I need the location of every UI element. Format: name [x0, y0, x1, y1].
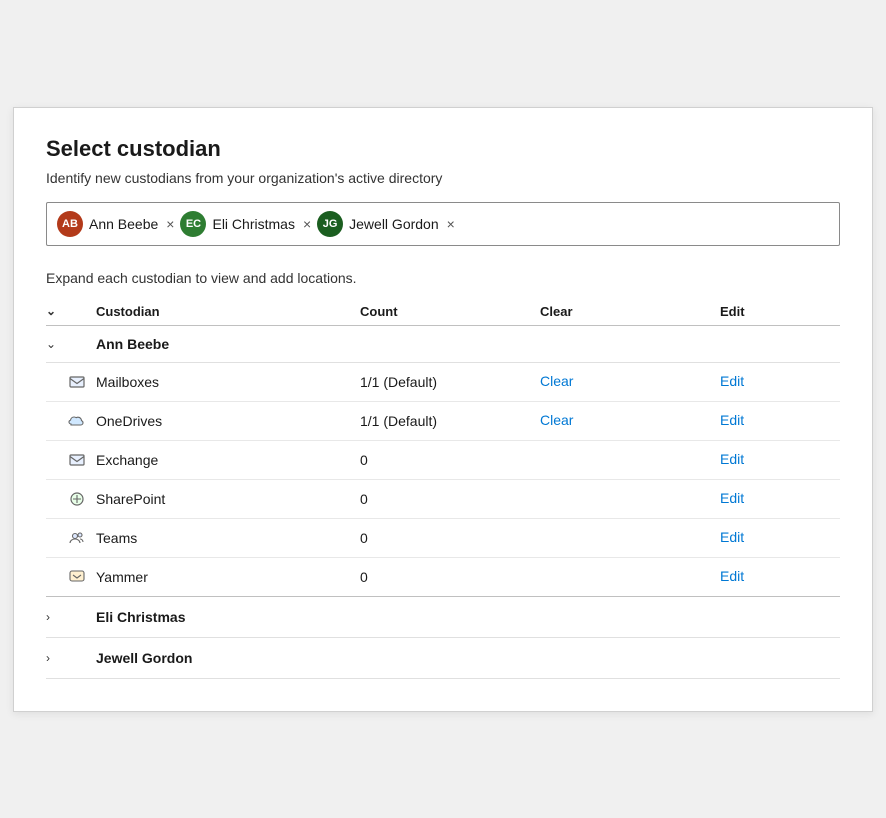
location-icon-sharepoint — [46, 490, 96, 508]
location-edit-mailboxes[interactable]: Edit — [720, 373, 840, 391]
location-edit-sharepoint[interactable]: Edit — [720, 490, 840, 508]
location-row-onedrives: OneDrives1/1 (Default)Clear Edit — [46, 402, 840, 441]
edit-link-mailboxes[interactable]: Edit — [720, 373, 744, 389]
header-clear: Clear — [540, 304, 720, 319]
location-count-onedrives: 1/1 (Default) — [360, 413, 540, 429]
edit-link-onedrives[interactable]: Edit — [720, 412, 744, 428]
location-name-exchange: Exchange — [96, 452, 360, 468]
custodian-row-ann-beebe: ⌄Ann Beebe — [46, 326, 840, 363]
collapsed-name-eli-christmas: Eli Christmas — [96, 609, 840, 625]
location-count-teams: 0 — [360, 530, 540, 546]
header-chevron-col: ⌄ — [46, 304, 96, 318]
location-name-sharepoint: SharePoint — [96, 491, 360, 507]
chevron-ann-beebe[interactable]: ⌄ — [46, 337, 96, 351]
location-count-sharepoint: 0 — [360, 491, 540, 507]
location-count-exchange: 0 — [360, 452, 540, 468]
location-name-teams: Teams — [96, 530, 360, 546]
tag-close-ec[interactable]: × — [303, 217, 311, 231]
location-clear-onedrives[interactable]: Clear — [540, 412, 720, 430]
edit-link-yammer[interactable]: Edit — [720, 568, 744, 584]
location-edit-onedrives[interactable]: Edit — [720, 412, 840, 430]
table-header: ⌄ Custodian Count Clear Edit — [46, 298, 840, 326]
location-icon-yammer — [46, 568, 96, 586]
collapsed-chevron-eli-christmas[interactable]: › — [46, 610, 96, 624]
custodian-search-box[interactable]: AB Ann Beebe × EC Eli Christmas × JG Jewell Gor… — [46, 202, 840, 246]
page-subtitle: Identify new custodians from your organi… — [46, 170, 840, 186]
location-row-exchange: Exchange0 Edit — [46, 441, 840, 480]
clear-link-onedrives[interactable]: Clear — [540, 412, 573, 428]
location-edit-yammer[interactable]: Edit — [720, 568, 840, 586]
tag-close-jg[interactable]: × — [447, 217, 455, 231]
location-name-mailboxes: Mailboxes — [96, 374, 360, 390]
avatar-ec: EC — [180, 211, 206, 237]
edit-link-sharepoint[interactable]: Edit — [720, 490, 744, 506]
expand-label: Expand each custodian to view and add lo… — [46, 270, 840, 286]
location-icon-onedrives — [46, 412, 96, 430]
tag-name-ab: Ann Beebe — [89, 216, 158, 232]
location-name-onedrives: OneDrives — [96, 413, 360, 429]
tag-name-ec: Eli Christmas — [212, 216, 294, 232]
location-clear-mailboxes[interactable]: Clear — [540, 373, 720, 391]
location-row-sharepoint: SharePoint0 Edit — [46, 480, 840, 519]
location-name-yammer: Yammer — [96, 569, 360, 585]
location-edit-teams[interactable]: Edit — [720, 529, 840, 547]
location-icon-teams — [46, 529, 96, 547]
custodian-section-ann-beebe: ⌄Ann BeebeMailboxes1/1 (Default)ClearEdi… — [46, 326, 840, 597]
location-count-mailboxes: 1/1 (Default) — [360, 374, 540, 390]
edit-link-exchange[interactable]: Edit — [720, 451, 744, 467]
location-row-mailboxes: Mailboxes1/1 (Default)Clear Edit — [46, 363, 840, 402]
collapse-all-icon[interactable]: ⌄ — [46, 304, 56, 318]
tag-name-jg: Jewell Gordon — [349, 216, 439, 232]
location-count-yammer: 0 — [360, 569, 540, 585]
tag-close-ab[interactable]: × — [166, 217, 174, 231]
location-icon-mailboxes — [46, 373, 96, 391]
header-edit: Edit — [720, 304, 840, 319]
collapsed-name-jewell-gordon: Jewell Gordon — [96, 650, 840, 666]
edit-link-teams[interactable]: Edit — [720, 529, 744, 545]
header-custodian: Custodian — [96, 304, 360, 319]
tag-ec: EC Eli Christmas × — [180, 211, 311, 237]
select-custodian-panel: Select custodian Identify new custodians… — [13, 107, 873, 712]
tag-jg: JG Jewell Gordon × — [317, 211, 455, 237]
collapsed-row-eli-christmas[interactable]: ›Eli Christmas — [46, 597, 840, 638]
page-title: Select custodian — [46, 136, 840, 162]
location-row-teams: Teams0 Edit — [46, 519, 840, 558]
tag-ab: AB Ann Beebe × — [57, 211, 174, 237]
custodians-list: ⌄Ann BeebeMailboxes1/1 (Default)ClearEdi… — [46, 326, 840, 679]
location-icon-exchange — [46, 451, 96, 469]
collapsed-row-jewell-gordon[interactable]: ›Jewell Gordon — [46, 638, 840, 679]
header-count: Count — [360, 304, 540, 319]
avatar-jg: JG — [317, 211, 343, 237]
location-row-yammer: Yammer0 Edit — [46, 558, 840, 597]
custodian-name-ann-beebe: Ann Beebe — [96, 336, 360, 352]
collapsed-chevron-jewell-gordon[interactable]: › — [46, 651, 96, 665]
avatar-ab: AB — [57, 211, 83, 237]
clear-link-mailboxes[interactable]: Clear — [540, 373, 573, 389]
location-edit-exchange[interactable]: Edit — [720, 451, 840, 469]
